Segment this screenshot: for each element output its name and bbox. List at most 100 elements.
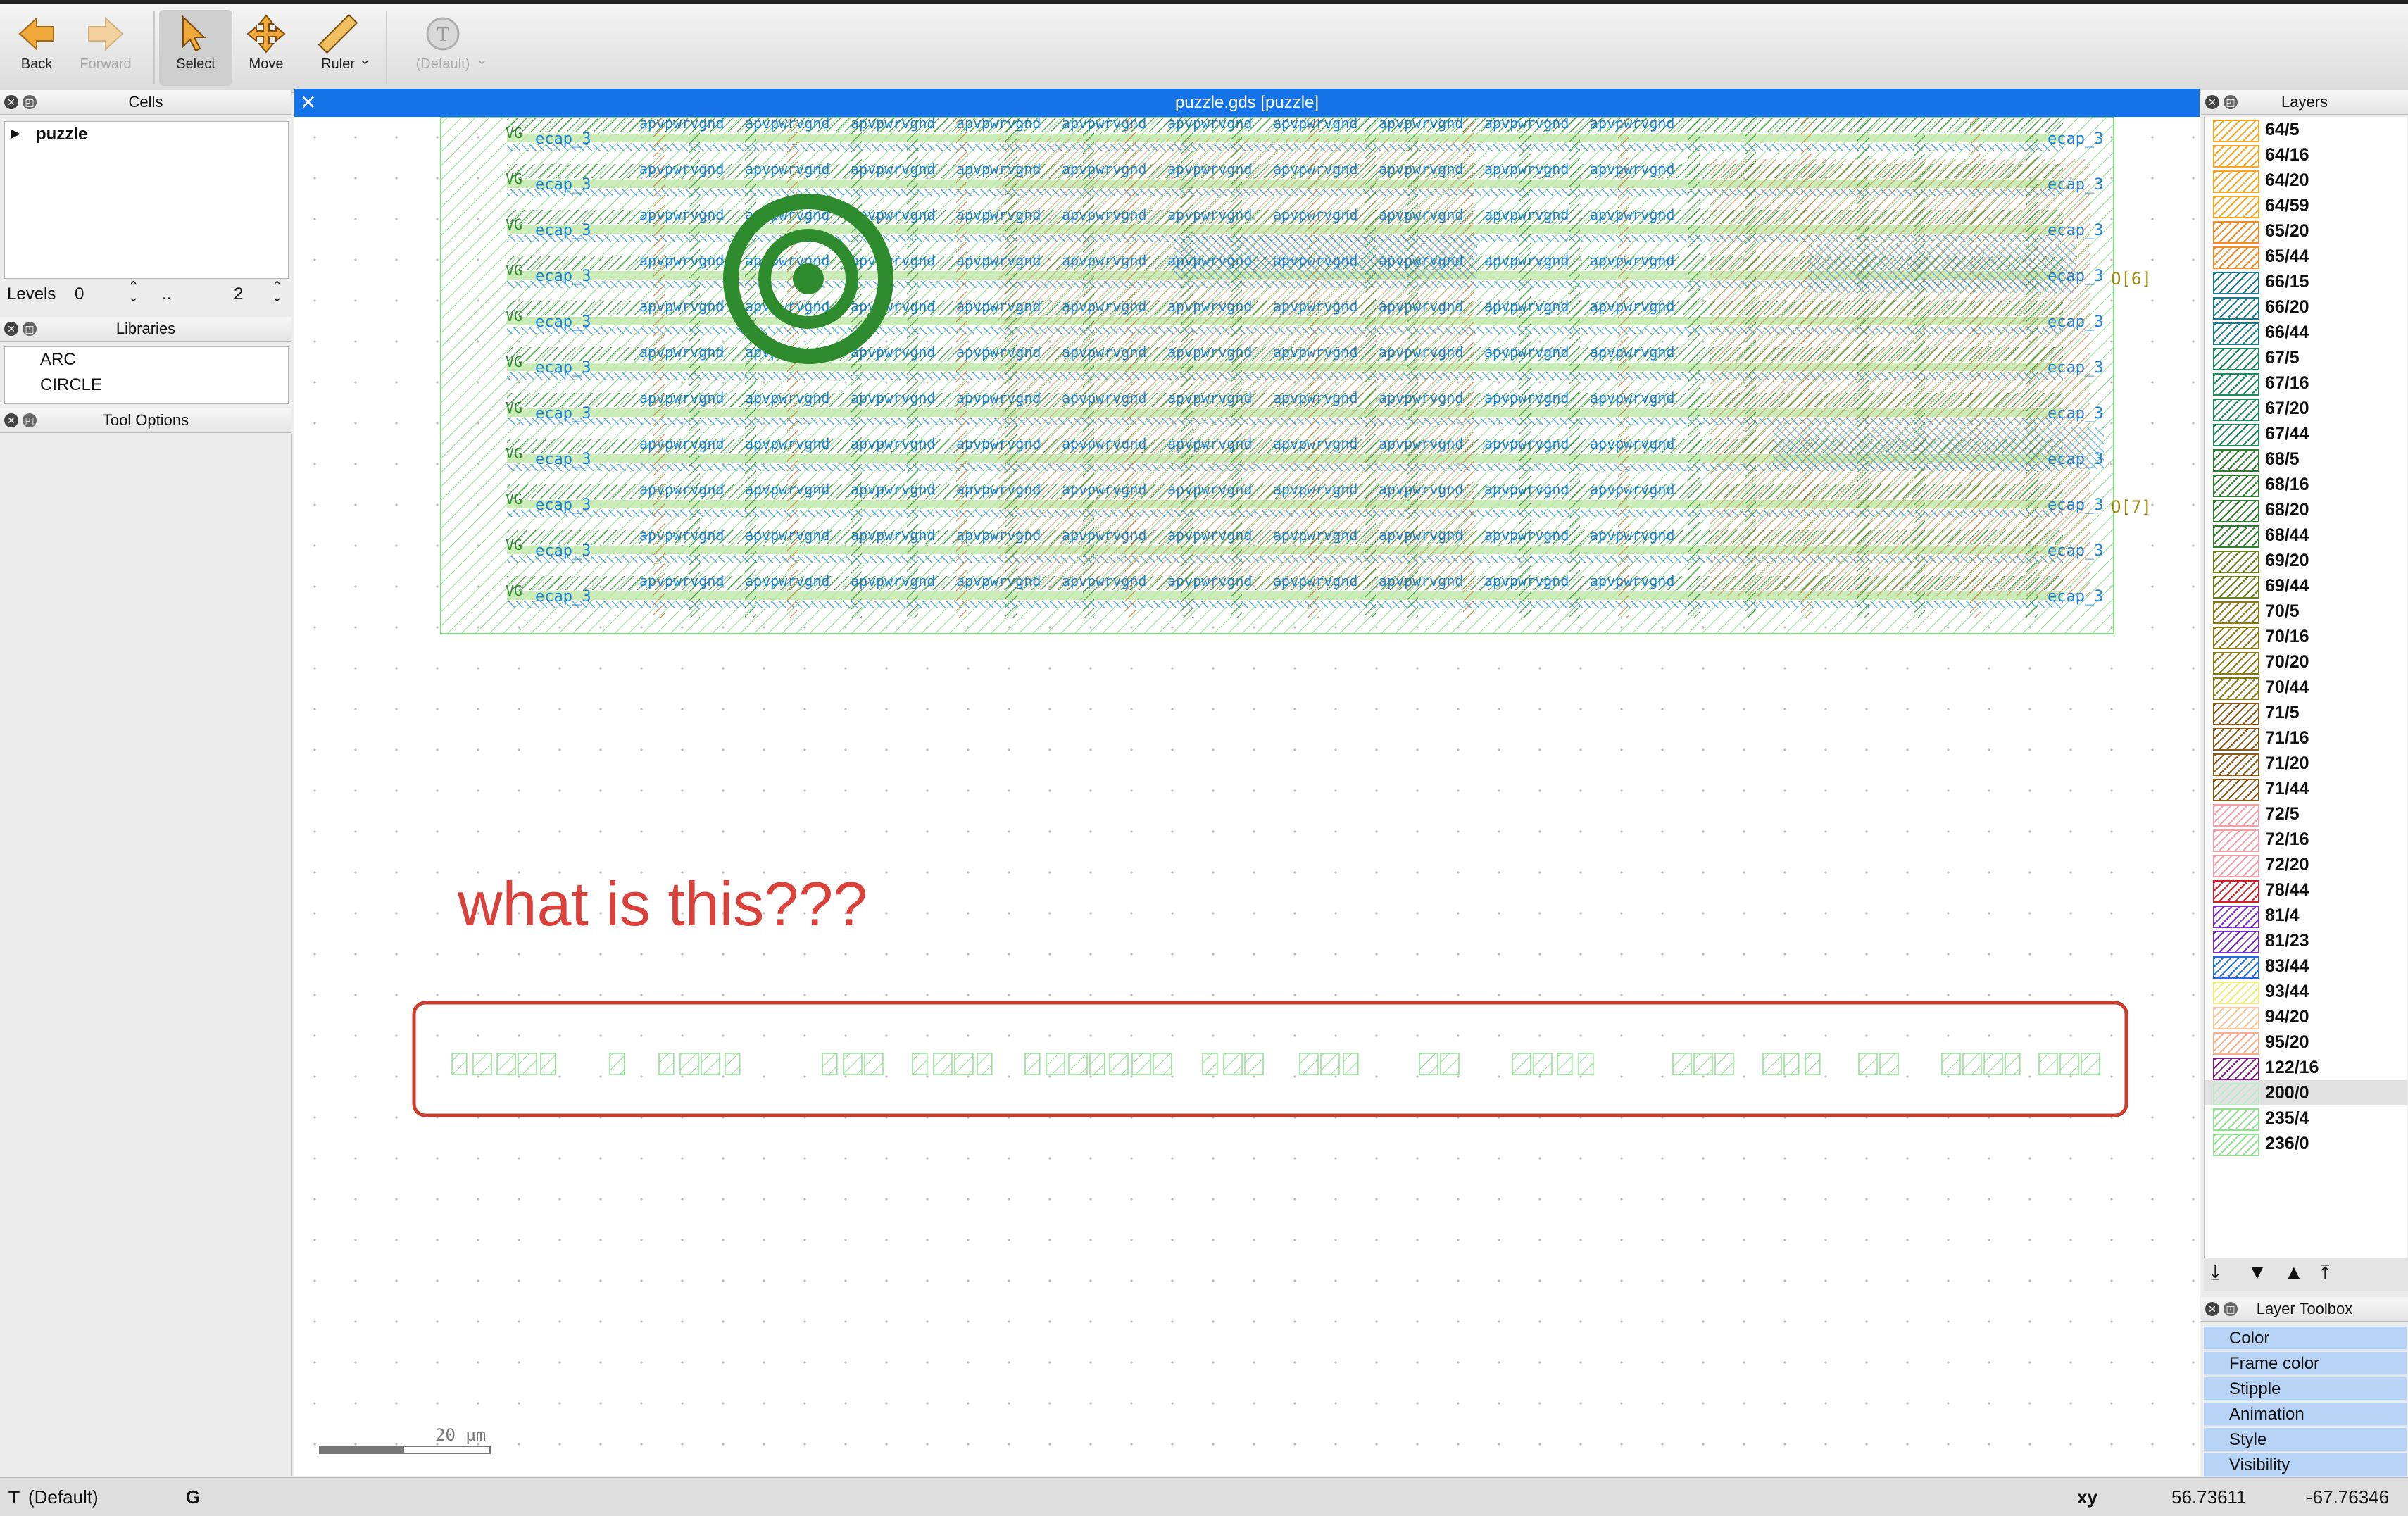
layer-row[interactable]: 93/44 bbox=[2205, 979, 2407, 1004]
hidden-shape[interactable] bbox=[1578, 1053, 1594, 1075]
hidden-shape[interactable] bbox=[1557, 1053, 1573, 1075]
layer-row[interactable]: 67/16 bbox=[2205, 370, 2407, 396]
hidden-shape[interactable] bbox=[1131, 1053, 1151, 1075]
hidden-shape[interactable] bbox=[1805, 1053, 1821, 1075]
back-button[interactable]: Back bbox=[0, 10, 73, 86]
layer-row[interactable]: 70/5 bbox=[2205, 599, 2407, 624]
layer-swatch[interactable] bbox=[2213, 1134, 2259, 1156]
hidden-shape[interactable] bbox=[1783, 1053, 1800, 1075]
layer-row[interactable]: 68/44 bbox=[2205, 522, 2407, 548]
hidden-shape[interactable] bbox=[1202, 1053, 1218, 1075]
hidden-shape[interactable] bbox=[1672, 1053, 1692, 1075]
layer-row[interactable]: 66/15 bbox=[2205, 269, 2407, 294]
hidden-shape[interactable] bbox=[822, 1053, 838, 1075]
layer-swatch[interactable] bbox=[2213, 880, 2259, 903]
forward-button[interactable]: Forward bbox=[69, 10, 142, 86]
layer-row[interactable]: 81/4 bbox=[2205, 903, 2407, 928]
hidden-shape[interactable] bbox=[1153, 1053, 1172, 1075]
close-icon[interactable]: ✕ bbox=[300, 89, 316, 117]
layer-row[interactable]: 72/20 bbox=[2205, 852, 2407, 877]
hidden-shape[interactable] bbox=[1109, 1053, 1129, 1075]
toolbox-frame-color[interactable]: Frame color bbox=[2204, 1352, 2407, 1376]
layer-swatch[interactable] bbox=[2213, 906, 2259, 928]
layer-swatch[interactable] bbox=[2213, 348, 2259, 370]
layer-swatch[interactable] bbox=[2213, 677, 2259, 700]
hidden-shape[interactable] bbox=[451, 1053, 468, 1075]
layer-row[interactable]: 71/16 bbox=[2205, 725, 2407, 751]
layer-swatch[interactable] bbox=[2213, 753, 2259, 776]
layer-swatch[interactable] bbox=[2213, 424, 2259, 446]
layer-swatch[interactable] bbox=[2213, 272, 2259, 294]
library-item-circle[interactable]: CIRCLE bbox=[40, 375, 102, 395]
close-icon[interactable]: ✕ bbox=[2205, 95, 2219, 109]
hidden-shape[interactable] bbox=[1068, 1053, 1088, 1075]
move-up-icon[interactable]: ▲ bbox=[2284, 1261, 2304, 1284]
layer-row[interactable]: 69/20 bbox=[2205, 548, 2407, 573]
layer-swatch[interactable] bbox=[2213, 804, 2259, 827]
layer-row[interactable]: 64/16 bbox=[2205, 142, 2407, 168]
cell-item-puzzle[interactable]: puzzle bbox=[36, 125, 87, 144]
toolbox-visibility[interactable]: Visibility bbox=[2204, 1453, 2407, 1477]
move-bottom-icon[interactable]: ⤓ bbox=[2211, 1261, 2219, 1284]
hidden-shape[interactable] bbox=[912, 1053, 928, 1075]
hidden-shape[interactable] bbox=[1299, 1053, 1319, 1075]
pin-label-o6[interactable]: O[6] bbox=[2111, 269, 2152, 289]
layer-row[interactable]: 71/44 bbox=[2205, 776, 2407, 801]
layer-row[interactable]: 72/5 bbox=[2205, 801, 2407, 827]
hidden-shape[interactable] bbox=[864, 1053, 884, 1075]
float-icon[interactable]: ◰ bbox=[2224, 1302, 2238, 1316]
layer-swatch[interactable] bbox=[2213, 1108, 2259, 1131]
cells-tree[interactable]: ▶ puzzle bbox=[4, 121, 289, 279]
ruler-button[interactable]: Ruler bbox=[301, 10, 375, 86]
libraries-list[interactable]: ARC CIRCLE bbox=[4, 346, 289, 404]
toolbox-style[interactable]: Style bbox=[2204, 1428, 2407, 1452]
layer-swatch[interactable] bbox=[2213, 449, 2259, 472]
layer-row[interactable]: 95/20 bbox=[2205, 1029, 2407, 1055]
level-to-input[interactable]: 2 bbox=[234, 284, 243, 304]
toolbox-animation[interactable]: Animation bbox=[2204, 1403, 2407, 1427]
level-from-stepper[interactable]: ⌃ ⌄ bbox=[128, 280, 139, 303]
layer-row[interactable]: 122/16 bbox=[2205, 1055, 2407, 1080]
layer-swatch[interactable] bbox=[2213, 1007, 2259, 1029]
close-icon[interactable]: ✕ bbox=[4, 322, 18, 336]
hidden-shape[interactable] bbox=[1343, 1053, 1359, 1075]
layer-row[interactable]: 65/44 bbox=[2205, 244, 2407, 269]
close-icon[interactable]: ✕ bbox=[4, 413, 18, 427]
hidden-shape[interactable] bbox=[1419, 1053, 1438, 1075]
layer-swatch[interactable] bbox=[2213, 855, 2259, 877]
layer-swatch[interactable] bbox=[2213, 931, 2259, 953]
default-style-button[interactable]: T (Default) bbox=[404, 10, 482, 86]
float-icon[interactable]: ◰ bbox=[23, 322, 37, 336]
layer-row[interactable]: 200/0 bbox=[2205, 1080, 2407, 1105]
hidden-shape[interactable] bbox=[954, 1053, 974, 1075]
layer-swatch[interactable] bbox=[2213, 196, 2259, 218]
layer-row[interactable]: 70/44 bbox=[2205, 675, 2407, 700]
hidden-shape[interactable] bbox=[609, 1053, 625, 1075]
layer-swatch[interactable] bbox=[2213, 1032, 2259, 1055]
layer-row[interactable]: 71/5 bbox=[2205, 700, 2407, 725]
layer-swatch[interactable] bbox=[2213, 1058, 2259, 1080]
layers-list[interactable]: 64/5 64/16 64/20 64/59 65/20 65/44 66/15 66/20 6… bbox=[2204, 117, 2407, 1258]
hidden-shape[interactable] bbox=[933, 1053, 953, 1075]
toolbox-stipple[interactable]: Stipple bbox=[2204, 1377, 2407, 1401]
layer-row[interactable]: 69/44 bbox=[2205, 573, 2407, 599]
library-item-arc[interactable]: ARC bbox=[40, 350, 76, 370]
hidden-shape[interactable] bbox=[2038, 1053, 2058, 1075]
close-icon[interactable]: ✕ bbox=[4, 95, 18, 109]
hidden-shape[interactable] bbox=[1089, 1053, 1105, 1075]
layer-row[interactable]: 67/44 bbox=[2205, 421, 2407, 446]
layer-swatch[interactable] bbox=[2213, 728, 2259, 751]
float-icon[interactable]: ◰ bbox=[23, 95, 37, 109]
layer-row[interactable]: 64/20 bbox=[2205, 168, 2407, 193]
layer-row[interactable]: 236/0 bbox=[2205, 1131, 2407, 1156]
layer-row[interactable]: 71/20 bbox=[2205, 751, 2407, 776]
layer-swatch[interactable] bbox=[2213, 246, 2259, 269]
layer-row[interactable]: 68/16 bbox=[2205, 472, 2407, 497]
layer-row[interactable]: 64/59 bbox=[2205, 193, 2407, 218]
layer-swatch[interactable] bbox=[2213, 145, 2259, 168]
pin-label-o7[interactable]: O[7] bbox=[2111, 497, 2152, 517]
canvas-tab[interactable]: ✕ puzzle.gds [puzzle] bbox=[294, 89, 2200, 117]
hidden-shape[interactable] bbox=[1024, 1053, 1041, 1075]
layer-row[interactable]: 94/20 bbox=[2205, 1004, 2407, 1029]
hidden-shape[interactable] bbox=[1046, 1053, 1065, 1075]
